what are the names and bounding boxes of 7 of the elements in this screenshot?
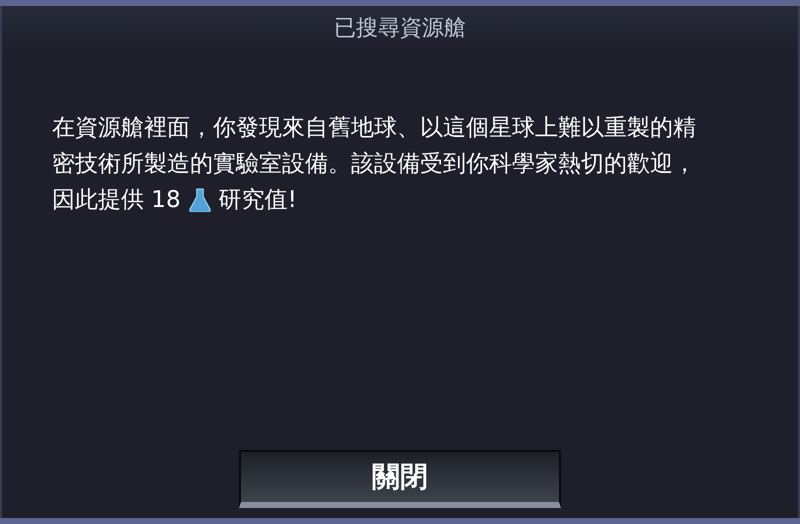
message-text: 研究值! — [218, 186, 297, 215]
dialog-title: 已搜尋資源艙 — [334, 14, 466, 42]
message-text: 因此提供 18 — [52, 186, 181, 215]
message-text: 密技術所製造的實驗室設備。該設備受到你科學家熱切的歡迎， — [52, 150, 696, 179]
message-text: 在資源艙裡面，你發現來自舊地球、以這個星球上難以重製的精 — [52, 114, 696, 143]
flask-icon — [188, 188, 211, 212]
close-button[interactable]: 關閉 — [239, 450, 561, 508]
